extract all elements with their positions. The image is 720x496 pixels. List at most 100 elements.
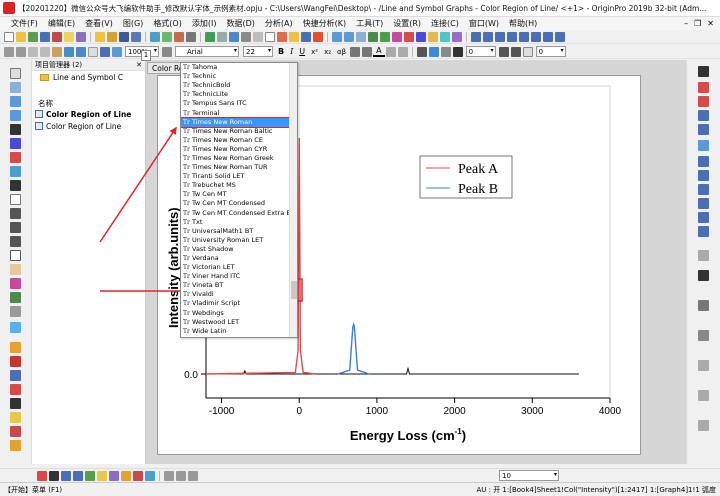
line-style-icon[interactable] [452, 46, 463, 57]
import-wizard-icon[interactable] [162, 31, 172, 42]
print-icon[interactable] [186, 31, 196, 42]
project-item[interactable]: Color Region of Line [32, 120, 145, 132]
menu-insert[interactable]: 添加(I) [187, 18, 222, 29]
symbol-interior-icon[interactable] [522, 46, 533, 57]
import-icon[interactable] [150, 31, 160, 42]
align-top-icon[interactable] [698, 110, 709, 121]
stats-icon[interactable] [100, 46, 110, 57]
menu-format[interactable]: 格式(O) [148, 18, 187, 29]
close-icon[interactable]: ✕ [707, 19, 714, 28]
new-layer-icon[interactable] [380, 31, 390, 42]
layer-align-icon[interactable] [698, 66, 709, 77]
dropdown-scroll-thumb[interactable] [291, 281, 297, 299]
font-option[interactable]: Tr Times New Roman Greek [181, 154, 297, 163]
timestamp-icon[interactable] [440, 31, 450, 42]
cut-icon[interactable] [28, 46, 38, 57]
font-option[interactable]: Tr Tempus Sans ITC [181, 99, 297, 108]
new-notes-icon[interactable] [64, 31, 74, 42]
zoom-fit-icon[interactable] [162, 46, 172, 57]
paste-icon[interactable] [52, 46, 62, 57]
font-option[interactable]: Tr Wide Latin [181, 327, 297, 336]
dropdown-scrollbar[interactable] [289, 63, 297, 337]
save-icon[interactable] [119, 31, 129, 42]
contour-plot-icon[interactable] [121, 470, 131, 481]
line-plot-icon[interactable] [37, 470, 47, 481]
font-option[interactable]: Tr Times New Roman TUR [181, 163, 297, 172]
increase-font-icon[interactable] [350, 46, 361, 57]
region-tool-icon[interactable] [10, 278, 21, 289]
font-option[interactable]: Tr Times New Roman CE [181, 136, 297, 145]
speed-mode-icon[interactable] [531, 31, 541, 42]
decrease-font-icon[interactable] [362, 46, 373, 57]
font-color-button[interactable]: A [373, 46, 385, 57]
underline-button[interactable]: U [296, 47, 308, 56]
font-option[interactable]: Tr Victorian LET [181, 263, 297, 272]
menu-data[interactable]: 数据(D) [221, 18, 259, 29]
template-library-icon[interactable] [164, 470, 174, 481]
new-project-icon[interactable] [4, 31, 14, 42]
zoom-icon[interactable] [112, 46, 122, 57]
open-icon[interactable] [95, 31, 105, 42]
back-icon[interactable] [698, 198, 709, 209]
axis-scale-icon[interactable] [698, 330, 709, 341]
font-option[interactable]: Tr Tw Cen MT Condensed Extra Bol [181, 209, 297, 218]
menu-view[interactable]: 查看(V) [80, 18, 118, 29]
plot-details-icon[interactable] [495, 31, 505, 42]
font-option[interactable]: Tr Terminal [181, 108, 297, 117]
fill-pct-combo[interactable]: 0 ▾ [535, 46, 566, 57]
menu-window[interactable]: 窗口(W) [464, 18, 504, 29]
legend[interactable]: Peak A Peak B [419, 155, 513, 199]
region-mask-icon[interactable] [10, 166, 21, 177]
left-align-icon[interactable] [385, 46, 396, 57]
greek-button[interactable]: αβ [334, 48, 349, 56]
page-setup-icon[interactable] [507, 31, 517, 42]
recalculate-icon[interactable] [229, 31, 239, 42]
screen-reader-icon[interactable] [10, 124, 21, 135]
font-option[interactable]: Tr Vineta BT [181, 281, 297, 290]
plot-3d-icon[interactable] [10, 426, 21, 437]
pattern-icon[interactable] [440, 46, 451, 57]
font-option[interactable]: Tr Vivaldi [181, 290, 297, 299]
duplicate-icon[interactable] [217, 31, 227, 42]
menu-preferences[interactable]: 设置(R) [388, 18, 426, 29]
font-option[interactable]: Tr Tahoma [181, 63, 297, 72]
plot-column-icon[interactable] [10, 370, 21, 381]
hand-tool-icon[interactable] [10, 264, 21, 275]
rename-icon[interactable] [88, 46, 98, 57]
area-plot-icon[interactable] [85, 470, 95, 481]
menu-analysis[interactable]: 分析(A) [260, 18, 298, 29]
project-explorer-icon[interactable] [289, 31, 299, 42]
align-bottom-icon[interactable] [698, 124, 709, 135]
align-left-icon[interactable] [698, 82, 709, 93]
messages-log-icon[interactable] [301, 31, 311, 42]
plot-scatter-icon[interactable] [10, 398, 21, 409]
new-layout-icon[interactable] [76, 31, 86, 42]
color-scale-icon[interactable] [428, 31, 438, 42]
align-right-icon[interactable] [698, 96, 709, 107]
italic-button[interactable]: I [287, 47, 296, 56]
layer-indicator[interactable]: 1 [141, 50, 151, 61]
font-combo[interactable]: Arial ▾ [175, 46, 239, 57]
project-folder[interactable]: Line and Symbol C [32, 71, 145, 84]
extract-icon[interactable] [188, 470, 198, 481]
font-option[interactable]: Tr TechnicBold [181, 81, 297, 90]
font-option[interactable]: Tr Trebuchet MS [181, 181, 297, 190]
group-icon[interactable] [698, 156, 709, 167]
add-legend-icon[interactable] [416, 31, 426, 42]
grid-icon[interactable] [555, 31, 565, 42]
front-icon[interactable] [698, 184, 709, 195]
zoom-pan-icon[interactable] [10, 82, 21, 93]
rectangle-tool-icon[interactable] [10, 250, 21, 261]
text-size-icon[interactable] [698, 300, 709, 311]
font-option[interactable]: Tr Verdana [181, 254, 297, 263]
menu-quick-analysis[interactable]: 快捷分析(K) [298, 18, 352, 29]
save-template-icon[interactable] [131, 31, 141, 42]
color-bar-icon[interactable] [10, 356, 21, 367]
line-color-icon[interactable] [416, 46, 427, 57]
panel-c-icon[interactable] [698, 420, 709, 431]
flip-icon[interactable] [698, 226, 709, 237]
bottom-zoom-combo[interactable]: 10 ▾ [499, 470, 559, 481]
panel-a-icon[interactable] [698, 360, 709, 371]
font-option[interactable]: Tr Viner Hand ITC [181, 272, 297, 281]
apps-icon[interactable] [313, 31, 323, 42]
